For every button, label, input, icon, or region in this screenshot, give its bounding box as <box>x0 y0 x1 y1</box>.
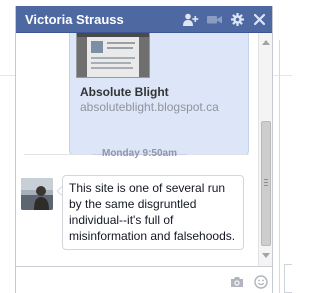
link-preview-card[interactable]: Absolute Blight absoluteblight.blogspot.… <box>69 33 249 155</box>
scrollbar[interactable] <box>258 33 272 266</box>
emoji-icon[interactable] <box>254 275 268 289</box>
gear-icon[interactable] <box>231 13 244 26</box>
add-user-icon[interactable] <box>183 13 199 26</box>
link-preview-domain: absoluteblight.blogspot.ca <box>80 100 219 114</box>
link-thumbnail[interactable] <box>76 33 150 78</box>
scroll-down-arrow-icon[interactable] <box>262 253 270 259</box>
video-call-icon[interactable] <box>207 13 223 26</box>
sender-avatar[interactable] <box>21 178 53 210</box>
message-bubble[interactable]: This site is one of several run by the s… <box>62 175 244 250</box>
message-history[interactable]: Absolute Blight absoluteblight.blogspot.… <box>16 33 257 266</box>
chat-titlebar[interactable]: Victoria Strauss <box>16 6 272 33</box>
link-preview-title[interactable]: Absolute Blight <box>80 85 169 99</box>
scroll-up-arrow-icon[interactable] <box>262 39 270 45</box>
camera-icon[interactable] <box>230 276 244 288</box>
message-composer[interactable] <box>16 266 272 293</box>
adjacent-panel-edge <box>284 264 292 293</box>
chat-title[interactable]: Victoria Strauss <box>25 12 124 27</box>
timestamp-rule-left <box>24 154 92 155</box>
message-timestamp-divider: Monday 9:50am <box>16 147 257 161</box>
chat-window: Victoria Strauss Absolute Blight absolut… <box>15 6 273 293</box>
message-input[interactable] <box>20 270 224 292</box>
background-divider-vertical <box>279 40 280 293</box>
timestamp-rule-right <box>187 154 249 155</box>
close-icon[interactable] <box>254 13 265 26</box>
message-timestamp: Monday 9:50am <box>101 148 178 159</box>
scrollbar-thumb[interactable] <box>261 121 271 246</box>
